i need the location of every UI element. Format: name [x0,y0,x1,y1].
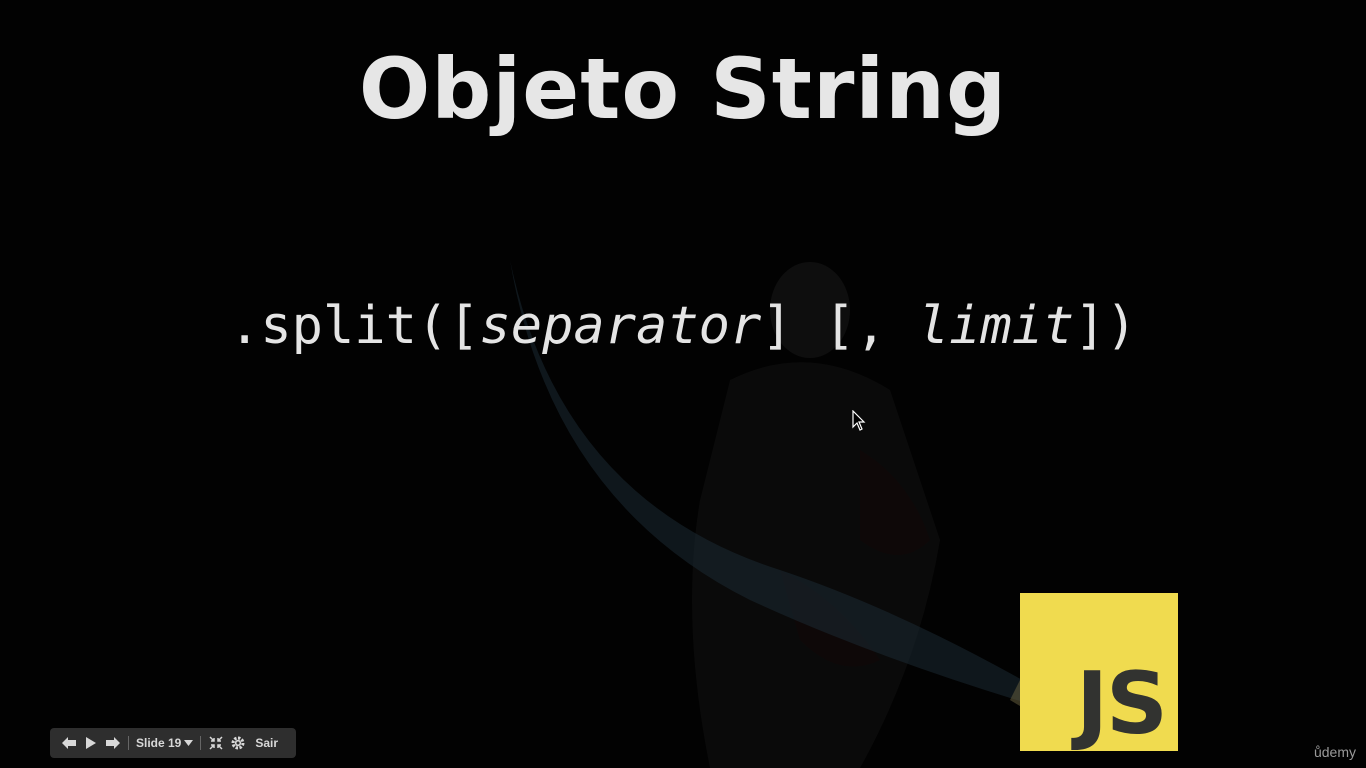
exit-fullscreen-icon [209,736,223,750]
settings-button[interactable] [227,732,249,754]
exit-fullscreen-button[interactable] [205,732,227,754]
toolbar-divider [128,736,129,750]
next-slide-button[interactable] [102,732,124,754]
previous-slide-button[interactable] [58,732,80,754]
exit-button[interactable]: Sair [249,736,284,750]
js-logo-text: JS [1076,654,1168,754]
slide-canvas: Objeto String .split([separator] [, limi… [0,0,1366,768]
presentation-toolbar: Slide 19 Sair [50,728,296,758]
code-param-separator: separator [479,296,762,356]
code-method: .split([ [229,296,480,356]
mouse-cursor-icon [852,410,866,431]
udemy-watermark: ůdemy [1313,744,1356,760]
gear-icon [231,736,245,750]
arrow-right-icon [106,737,120,749]
slide-selector-dropdown[interactable]: Slide 19 [133,736,196,750]
js-logo: JS [1020,593,1178,751]
slide-number-label: Slide 19 [136,736,182,750]
slide-title: Objeto String [358,40,1008,138]
play-icon [86,737,96,749]
play-button[interactable] [80,732,102,754]
arrow-left-icon [62,737,76,749]
toolbar-divider [200,736,202,750]
code-end: ]) [1074,296,1137,356]
code-signature: .split([separator] [, limit]) [0,296,1366,356]
code-param-limit: limit [917,296,1075,356]
code-mid: ] [, [761,296,918,356]
caret-down-icon [184,740,194,746]
